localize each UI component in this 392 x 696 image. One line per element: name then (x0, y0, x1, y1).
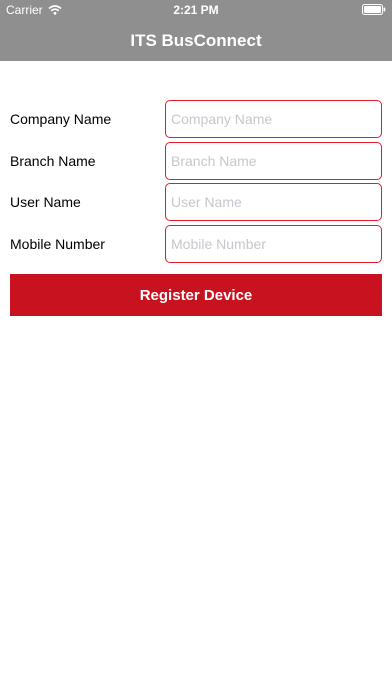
status-time: 2:21 PM (173, 3, 219, 17)
mobile-number-input[interactable] (165, 225, 382, 263)
mobile-number-label: Mobile Number (10, 236, 105, 252)
user-name-row: User Name (10, 183, 382, 221)
navigation-bar: ITS BusConnect (0, 20, 392, 61)
register-device-button[interactable]: Register Device (10, 274, 382, 316)
mobile-number-row: Mobile Number (10, 225, 382, 263)
user-name-label: User Name (10, 194, 81, 210)
status-bar: Carrier 2:21 PM (0, 0, 392, 20)
company-name-input[interactable] (165, 100, 382, 138)
company-name-label: Company Name (10, 111, 112, 127)
branch-name-label: Branch Name (10, 153, 96, 169)
battery-icon (362, 4, 386, 15)
branch-name-row: Branch Name (10, 142, 382, 180)
branch-name-input[interactable] (165, 142, 382, 180)
page-title: ITS BusConnect (130, 30, 262, 50)
user-name-input[interactable] (165, 183, 382, 221)
company-name-row: Company Name (10, 100, 382, 138)
